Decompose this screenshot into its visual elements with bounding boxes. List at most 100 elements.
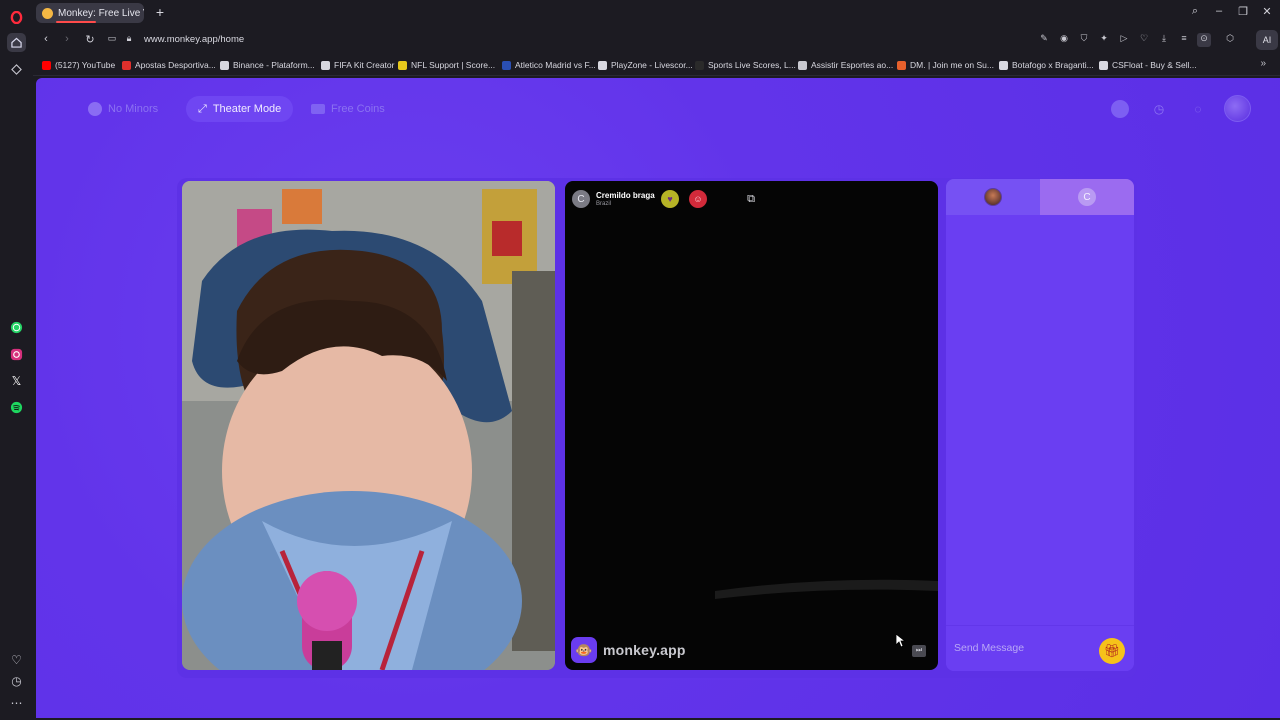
ai-label: AI — [1262, 35, 1272, 45]
monkey-page: No Minors ⤢ Theater Mode Free Coins ◷ ◌ — [36, 78, 1280, 718]
forward-icon[interactable]: › — [60, 33, 74, 45]
more-icon[interactable]: ⋯ — [7, 693, 26, 712]
bookmark-item[interactable]: FIFA Kit Creator — [321, 58, 394, 72]
spotify-icon[interactable] — [7, 398, 26, 417]
remote-country: Brazil — [596, 200, 612, 207]
play-icon[interactable]: ▷ — [1117, 33, 1131, 47]
self-avatar — [984, 188, 1002, 206]
bookmark-label: (5127) YouTube — [55, 60, 116, 70]
bookmark-label: FIFA Kit Creator — [334, 60, 395, 70]
bookmark-item[interactable]: NFL Support | Score... — [398, 58, 495, 72]
shield-icon[interactable]: ⛉ — [1077, 33, 1091, 47]
tab-bar: Monkey: Free Live Vid + ⌕ – ❐ ✕ — [33, 0, 1280, 26]
close-window-icon[interactable]: ✕ — [1259, 5, 1275, 18]
expand-icon: ⤢ — [198, 102, 207, 115]
instagram-icon[interactable] — [7, 345, 26, 364]
free-coins-button[interactable]: Free Coins — [299, 96, 397, 122]
favorites-icon[interactable]: ♡ — [1137, 33, 1151, 47]
bookmark-label: DM. | Join me on Su... — [910, 60, 994, 70]
reload-icon[interactable]: ↻ — [83, 33, 97, 46]
x-twitter-icon[interactable]: 𝕏 — [7, 371, 26, 390]
profile-lock-icon[interactable]: ⊙ — [1197, 33, 1211, 47]
bookmark-label: CSFloat - Buy & Sell... — [1112, 60, 1197, 70]
chat-tab-remote[interactable]: C — [1040, 179, 1134, 215]
bookmark-item[interactable]: CSFloat - Buy & Sell... — [1099, 58, 1197, 72]
skip-next-icon[interactable]: ⏭ — [912, 645, 926, 657]
picture-in-picture-icon[interactable]: ⧉ — [743, 191, 759, 207]
monkey-favicon-icon — [42, 7, 53, 19]
no-minors-button[interactable]: No Minors — [76, 96, 170, 122]
monkey-watermark: 🐵 monkey.app — [571, 637, 686, 663]
bookmark-label: Apostas Desportiva... — [135, 60, 216, 70]
history-icon[interactable]: ◷ — [7, 671, 26, 690]
history-icon[interactable]: ◷ — [1150, 100, 1168, 118]
search-tabs-icon[interactable]: ⌕ — [1187, 5, 1203, 18]
bookmark-item[interactable]: (5127) YouTube — [42, 58, 115, 72]
watermark-text: monkey.app — [603, 642, 686, 658]
bookmark-favicon-icon — [1099, 60, 1108, 70]
chat-input-area: 🎁︎ — [946, 625, 1134, 671]
bookmark-item[interactable]: Botafogo x Braganti... — [999, 58, 1094, 72]
chat-tab-self[interactable] — [946, 179, 1040, 215]
minimize-icon[interactable]: – — [1211, 5, 1227, 17]
bookmark-item[interactable]: Atletico Madrid vs F... — [502, 58, 596, 72]
bookmark-favicon-icon — [798, 60, 807, 70]
bookmark-item[interactable]: PlayZone - Livescor... — [598, 58, 693, 72]
free-coins-label: Free Coins — [331, 103, 385, 115]
user-avatar[interactable] — [1224, 95, 1251, 122]
bookmark-item[interactable]: Assistir Esportes ao... — [798, 58, 893, 72]
no-minors-label: No Minors — [108, 103, 159, 115]
ai-button[interactable]: AI — [1256, 30, 1278, 50]
bookmark-label: Atletico Madrid vs F... — [515, 60, 596, 70]
opera-logo-icon[interactable] — [7, 8, 26, 27]
local-camera-feed — [182, 181, 555, 670]
bookmark-favicon-icon — [598, 60, 607, 70]
heart-icon[interactable]: ♡ — [7, 650, 26, 669]
restore-icon[interactable]: ❐ — [1235, 5, 1251, 18]
gift-icon[interactable]: 🎁︎ — [1099, 638, 1125, 664]
bookmark-item[interactable]: Binance - Plataform... — [220, 58, 315, 72]
bookmark-favicon-icon — [321, 60, 330, 70]
bookmark-label: Assistir Esportes ao... — [811, 60, 894, 70]
new-tab-button[interactable]: + — [153, 5, 167, 19]
menu-icon[interactable]: ≡ — [1177, 33, 1191, 47]
send-message-input[interactable] — [954, 639, 1094, 657]
cube-icon[interactable]: ⬡ — [1223, 33, 1237, 47]
local-camera-image — [182, 181, 555, 670]
tab-title: Monkey: Free Live Vid — [58, 7, 144, 19]
coin-balance-icon[interactable] — [1111, 100, 1129, 118]
remote-avatar[interactable]: C — [572, 190, 590, 208]
bookmark-item[interactable]: Apostas Desportiva... — [122, 58, 216, 72]
theater-mode-button[interactable]: ⤢ Theater Mode — [186, 96, 294, 122]
heart-badge-icon[interactable]: ♥ — [661, 190, 679, 208]
whatsapp-icon[interactable] — [7, 318, 26, 337]
report-badge-icon[interactable]: ☺ — [689, 190, 707, 208]
speed-dial-icon[interactable] — [7, 60, 26, 79]
bookmark-item[interactable]: DM. | Join me on Su... — [897, 58, 994, 72]
bookmark-label: Sports Live Scores, L... — [708, 60, 796, 70]
remote-chat-avatar: C — [1078, 188, 1096, 206]
bookmark-favicon-icon — [999, 60, 1008, 70]
snapshot-icon[interactable]: ◉ — [1057, 33, 1071, 47]
edit-icon[interactable]: ✎ — [1037, 33, 1051, 47]
bookmarks-overflow-icon[interactable]: » — [1260, 58, 1266, 69]
bookmark-favicon-icon — [897, 60, 906, 70]
extension-icon[interactable]: ✦ — [1097, 33, 1111, 47]
bookmark-label: PlayZone - Livescor... — [611, 60, 693, 70]
back-icon[interactable]: ‹ — [39, 33, 53, 45]
monkey-logo-icon: 🐵 — [571, 637, 597, 663]
browser-sidebar: 𝕏 ♡ ◷ ⋯ — [0, 0, 33, 720]
bookmark-favicon-icon — [502, 60, 511, 70]
lock-icon[interactable]: 🔒︎ — [122, 33, 136, 44]
bookmark-favicon-icon — [398, 60, 407, 70]
camera-permission-icon[interactable]: ▭ — [105, 33, 119, 44]
bookmark-item[interactable]: Sports Live Scores, L... — [695, 58, 796, 72]
tab-monkey[interactable]: Monkey: Free Live Vid — [36, 3, 144, 23]
home-icon[interactable] — [7, 33, 26, 52]
download-icon[interactable]: ⤓ — [1157, 33, 1171, 47]
chat-panel: C 🎁︎ — [946, 179, 1134, 671]
url-field[interactable]: www.monkey.app/home — [144, 34, 244, 45]
audio-indicator — [56, 21, 96, 23]
messages-icon[interactable]: ◌ — [1189, 100, 1207, 118]
address-bar: ‹ › ↻ ▭ 🔒︎ www.monkey.app/home ✎ ◉ ⛉ ✦ ▷… — [33, 26, 1280, 54]
